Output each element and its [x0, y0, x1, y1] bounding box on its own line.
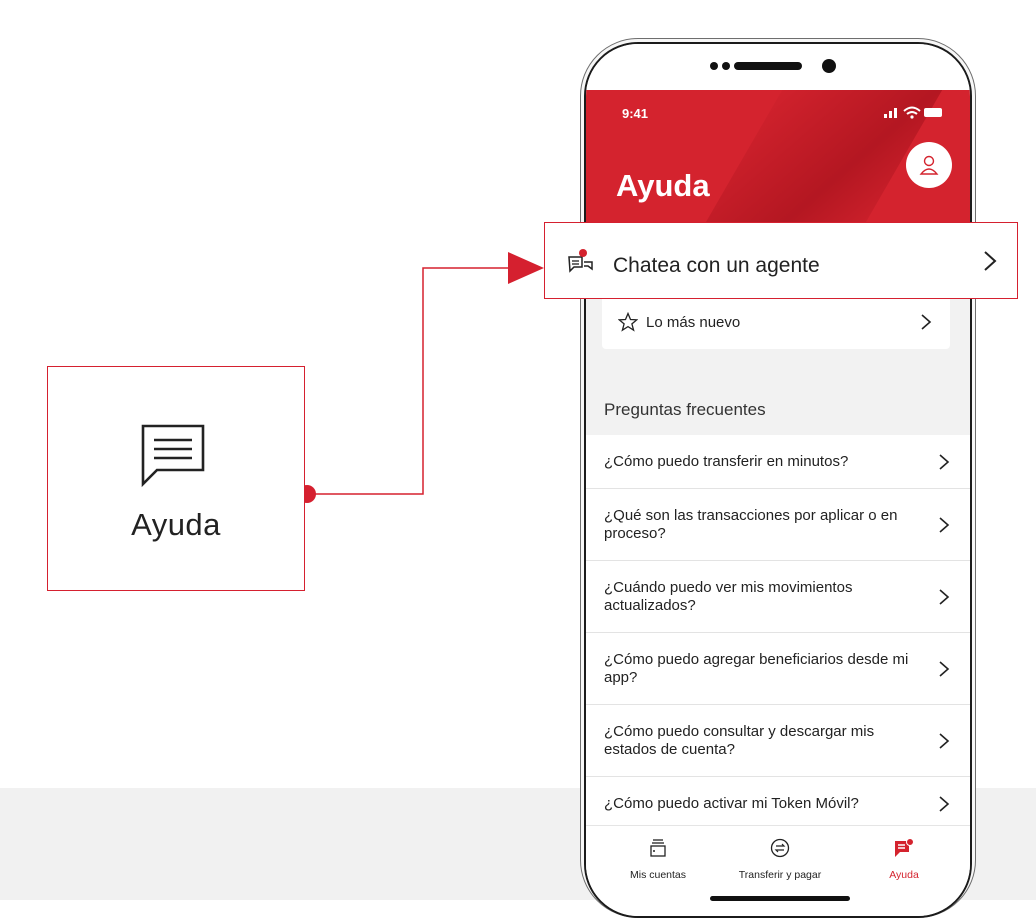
faq-item[interactable]: ¿Cuándo puedo ver mis movimientos actual…: [586, 561, 970, 633]
faq-list: ¿Cómo puedo transferir en minutos? ¿Qué …: [586, 435, 970, 831]
faq-section-title: Preguntas frecuentes: [604, 400, 766, 419]
wallet-icon: [650, 839, 666, 857]
faq-item[interactable]: ¿Cómo puedo activar mi Token Móvil?: [586, 777, 970, 831]
chevron-right-icon: [984, 251, 997, 271]
chat-lines-icon: [141, 424, 205, 488]
chevron-right-icon: [939, 516, 950, 533]
tab-transferir-y-pagar[interactable]: Transferir y pagar: [720, 838, 840, 881]
chevron-right-icon: [939, 588, 950, 605]
news-row[interactable]: Lo más nuevo: [602, 295, 950, 349]
profile-avatar-button[interactable]: [906, 142, 952, 188]
faq-item[interactable]: ¿Qué son las transacciones por aplicar o…: [586, 489, 970, 561]
tab-label: Ayuda: [889, 869, 919, 881]
news-label: Lo más nuevo: [646, 314, 741, 331]
chevron-right-icon: [939, 660, 950, 677]
page-title: Ayuda: [616, 168, 710, 203]
chevron-right-icon: [939, 732, 950, 749]
tab-mis-cuentas[interactable]: Mis cuentas: [598, 838, 718, 881]
agent-chat-icon: [568, 249, 593, 273]
faq-question: ¿Cómo puedo activar mi Token Móvil?: [604, 794, 859, 812]
tab-label: Mis cuentas: [629, 869, 687, 881]
sensor-dot: [710, 62, 718, 70]
phone-top-bar: [586, 44, 970, 90]
tab-label: Transferir y pagar: [738, 869, 822, 881]
status-time: 9:41: [622, 106, 649, 121]
phone-screen: 9:41 Ayuda Lo más nuevo Preguntas frecue…: [584, 42, 972, 918]
callout-label: Ayuda: [131, 507, 221, 542]
bottom-tab-bar: Mis cuentas Transferir y pagar Ayuda: [586, 825, 970, 916]
help-callout-box: Ayuda: [47, 366, 305, 591]
faq-item[interactable]: ¿Cómo puedo transferir en minutos?: [586, 435, 970, 489]
status-icons: [884, 106, 942, 119]
tab-ayuda[interactable]: Ayuda: [844, 838, 964, 881]
faq-item[interactable]: ¿Cómo puedo agregar beneficiarios desde …: [586, 633, 970, 705]
chevron-right-icon: [939, 795, 950, 812]
faq-question: ¿Qué son las transacciones por aplicar o…: [604, 506, 898, 542]
camera-dot: [822, 59, 836, 73]
speaker-grille: [734, 62, 802, 70]
chevron-right-icon: [921, 314, 932, 330]
chevron-right-icon: [939, 453, 950, 470]
faq-question: ¿Cómo puedo consultar y descargar mis es…: [604, 722, 875, 758]
star-icon: [618, 312, 638, 332]
faq-question: ¿Cuándo puedo ver mis movimientos actual…: [604, 578, 853, 614]
chat-with-agent-row[interactable]: Chatea con un agente: [544, 222, 1018, 299]
faq-item[interactable]: ¿Cómo puedo consultar y descargar mis es…: [586, 705, 970, 777]
faq-question: ¿Cómo puedo agregar beneficiarios desde …: [604, 650, 909, 686]
sensor-dot: [722, 62, 730, 70]
faq-question: ¿Cómo puedo transferir en minutos?: [604, 452, 849, 470]
user-icon: [919, 155, 939, 175]
chat-label: Chatea con un agente: [613, 254, 820, 277]
transfer-icon: [770, 838, 790, 858]
help-chat-icon: [895, 838, 914, 857]
help-content: Lo más nuevo Preguntas frecuentes ¿Cómo …: [586, 265, 970, 831]
home-indicator: [710, 896, 850, 901]
